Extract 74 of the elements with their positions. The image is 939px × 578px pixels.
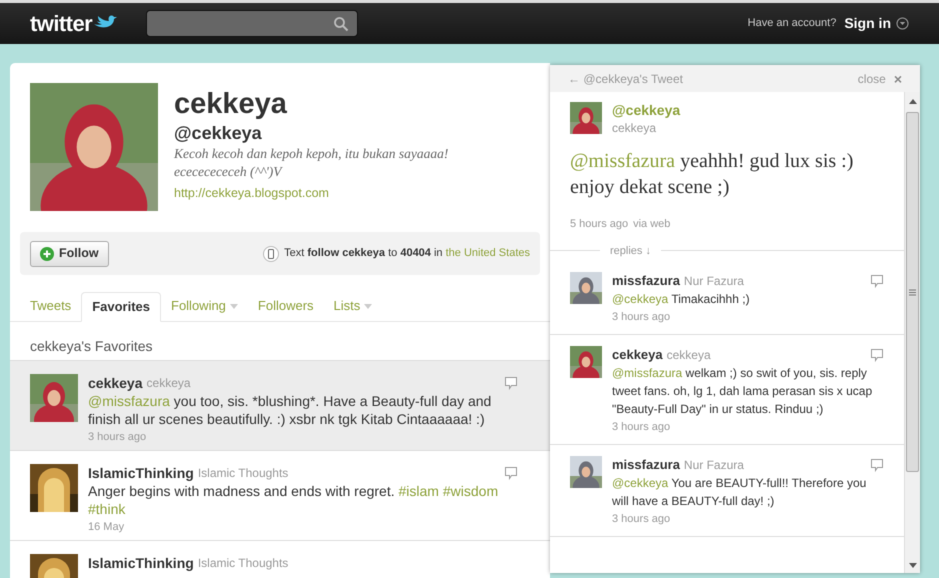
sign-in-button[interactable]: Sign in	[844, 13, 909, 34]
follow-button[interactable]: Follow	[30, 240, 109, 266]
mention-link[interactable]: @cekkeya	[612, 476, 668, 490]
grip-icon	[909, 288, 916, 296]
full-name: Islamic Thoughts	[198, 465, 288, 482]
user-name[interactable]: IslamicThinking	[88, 554, 194, 572]
tweet-text: Anger begins with madness and ends with regret. #islam #wisdom #think	[88, 482, 500, 518]
section-title: cekkeya's Favorites	[29, 337, 154, 356]
close-link[interactable]: close	[858, 70, 886, 88]
user-name[interactable]: missfazura	[612, 456, 680, 474]
tweet-text: @missfazura you too, sis. *blushing*. Have a Beauty-full day and finish all ur scenes beautifully. :) xsbr nk tgk Kitab Cintaaaaaa! :)	[88, 392, 492, 428]
search-field[interactable]	[146, 10, 358, 37]
tweet-text: @cekkeya You are BEAUTY-full!! Therefore you will have a BEAUTY-full day! ;)	[612, 475, 868, 510]
full-name: Nur Fazura	[684, 457, 744, 474]
user-name[interactable]: cekkeya	[88, 374, 143, 392]
timestamp[interactable]: 3 hours ago	[612, 512, 884, 527]
reply-icon[interactable]	[870, 348, 884, 362]
back-link[interactable]: ← @cekkeya's Tweet	[568, 70, 683, 88]
mention-link[interactable]: @cekkeya	[612, 292, 668, 306]
mention-link[interactable]: @missfazura	[570, 150, 676, 172]
profile-link[interactable]: http://cekkeya.blogspot.com	[174, 186, 329, 200]
mention-link[interactable]: #wisdom	[442, 483, 498, 499]
timestamp[interactable]: 3 hours ago	[612, 310, 884, 325]
profile-tab[interactable]: Tweets	[20, 291, 82, 321]
mention-link[interactable]: #islam	[398, 483, 439, 499]
close-button[interactable]: ×	[894, 72, 902, 86]
profile-handle: @cekkeya	[174, 122, 263, 145]
tweet-text: @missfazura welkam ;) so swit of you, sis. reply tweet fans. oh, lg 1, dah lama perasan sis x ucap "Beauty-Full Day" in ur status. Rinduu ;)	[612, 365, 874, 418]
reply-icon[interactable]	[504, 466, 518, 480]
timestamp[interactable]: 3 hours ago	[88, 430, 518, 445]
user-name[interactable]: missfazura	[612, 272, 680, 290]
tweet-item[interactable]: missfazura Nur Fazura @cekkeya Timakacihhh ;) 3 hours ago	[550, 261, 904, 335]
search-icon[interactable]	[333, 16, 350, 32]
tweet-text: @cekkeya Timakacihhh ;)	[612, 291, 751, 308]
profile-tab[interactable]: Lists	[324, 291, 382, 321]
full-name: cekkeya	[612, 120, 658, 137]
profile-tab[interactable]: Favorites	[81, 292, 161, 322]
account-prompt: Have an account?	[748, 16, 836, 32]
scroll-up-icon[interactable]	[908, 99, 916, 104]
mention-link[interactable]: @missfazura	[88, 393, 170, 409]
timestamp[interactable]: 5 hours ago	[570, 216, 628, 232]
reply-icon[interactable]	[870, 274, 884, 288]
scroll-thumb[interactable]	[906, 112, 919, 472]
reply-icon[interactable]	[504, 376, 518, 390]
user-name[interactable]: IslamicThinking	[88, 464, 194, 482]
scroll-down-icon[interactable]	[908, 563, 916, 568]
phone-icon	[263, 246, 280, 262]
profile-name: cekkeya	[174, 87, 288, 121]
profile-tab[interactable]: Followers	[248, 291, 324, 321]
logo[interactable]: twitter	[30, 7, 92, 40]
mention-link[interactable]: @missfazura	[612, 366, 682, 380]
full-name: Islamic Thoughts	[198, 555, 288, 572]
user-handle[interactable]: @cekkeya	[612, 102, 680, 119]
profile-tab[interactable]: Following	[161, 291, 248, 321]
tweet-item[interactable]: cekkeya cekkeya @missfazura welkam ;) so swit of you, sis. reply tweet fans. oh, lg 1, dah lama perasan sis x ucap "Beauty-Full Day" in ur status. Rinduu ;) 3 hours ago	[550, 335, 904, 445]
full-name: Nur Fazura	[684, 273, 744, 290]
plus-icon	[40, 246, 54, 260]
caret-icon	[896, 17, 909, 30]
reply-icon[interactable]	[870, 458, 884, 472]
timestamp[interactable]: 3 hours ago	[612, 420, 884, 435]
scrollbar[interactable]	[904, 92, 920, 573]
full-name: cekkeya	[666, 347, 711, 364]
mention-link[interactable]: #think	[88, 501, 126, 517]
tweet-item[interactable]: cekkeya cekkeya @missfazura you too, sis. *blushing*. Have a Beauty-full day and finish all ur scenes beautifully. :) xsbr nk tgk Kitab Cintaaaaaa! :) 3 hours ago	[10, 361, 550, 451]
tweet-item[interactable]: missfazura Nur Fazura @cekkeya You are BEAUTY-full!! Therefore you will have a BEAUTY-full day! ;) 3 hours ago	[550, 445, 904, 537]
country-link[interactable]: the United States	[446, 247, 530, 260]
tweet-text: @missfazura yeahhh! gud lux sis :) enjoy dekat scene ;)	[570, 149, 854, 200]
full-name: cekkeya	[146, 375, 191, 392]
user-name[interactable]: cekkeya	[612, 346, 663, 364]
replies-label: replies ↓	[609, 244, 652, 258]
tweet-source: via web	[633, 217, 670, 232]
timestamp[interactable]: 16 May	[88, 520, 518, 535]
profile-bio: Kecoh kecoh dan kepoh kepoh, itu bukan sayaaaa! ecececececeh (^^')V	[174, 145, 450, 181]
sms-instruction: Text follow cekkeya to 40404 in the United States	[284, 246, 530, 262]
